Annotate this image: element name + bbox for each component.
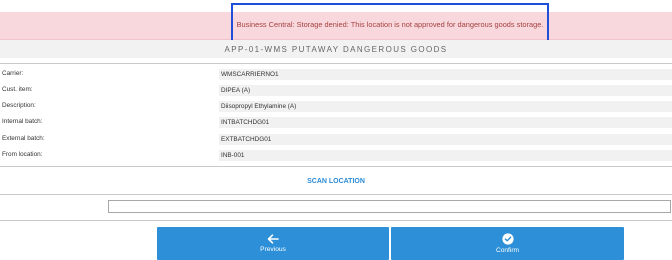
arrow-left-icon [267, 234, 279, 244]
header-divider [0, 63, 672, 64]
details-divider [0, 166, 672, 167]
detail-label: Cust. item: [2, 86, 33, 93]
detail-row-description: Description: Diisopropyl Ethylamine (A) [0, 101, 672, 112]
detail-value-field [219, 134, 672, 145]
confirm-button-label: Confirm [495, 247, 520, 254]
check-circle-icon [501, 233, 514, 245]
error-message-text: Business Central: Storage denied: This l… [236, 20, 544, 29]
detail-label: External batch: [2, 135, 45, 142]
detail-value: EXTBATCHDG01 [221, 135, 272, 143]
scan-divider [0, 194, 672, 195]
detail-value-field [219, 85, 672, 96]
detail-row-internal-batch: Internal batch: INTBATCHDG01 [0, 117, 672, 128]
detail-row-carrier: Carrier: WMSCARRIERNO1 [0, 69, 672, 80]
detail-value: INB-001 [221, 151, 245, 159]
detail-value-field [219, 117, 672, 128]
detail-value: Diisopropyl Ethylamine (A) [221, 102, 297, 110]
detail-label: Carrier: [2, 70, 24, 77]
detail-value-field [219, 69, 672, 80]
detail-row-external-batch: External batch: EXTBATCHDG01 [0, 134, 672, 145]
scan-location-input[interactable] [108, 200, 671, 213]
detail-value: INTBATCHDG01 [221, 118, 270, 126]
footer-divider [0, 220, 672, 221]
detail-value-field [219, 150, 672, 161]
previous-button[interactable]: Previous [157, 227, 389, 260]
detail-value: WMSCARRIERNO1 [221, 70, 279, 78]
detail-label: Description: [2, 102, 36, 109]
page-title: APP-01-WMS PUTAWAY DANGEROUS GOODS [224, 44, 448, 54]
detail-label: From location: [2, 151, 43, 158]
previous-button-label: Previous [260, 246, 286, 253]
confirm-button[interactable]: Confirm [391, 227, 624, 260]
detail-row-from-location: From location: INB-001 [0, 150, 672, 161]
detail-row-cust-item: Cust. item: DIPEA (A) [0, 85, 672, 96]
detail-value: DIPEA (A) [221, 86, 251, 94]
scan-location-label: SCAN LOCATION [307, 178, 365, 185]
page-header: APP-01-WMS PUTAWAY DANGEROUS GOODS [0, 40, 672, 58]
detail-label: Internal batch: [2, 118, 43, 125]
